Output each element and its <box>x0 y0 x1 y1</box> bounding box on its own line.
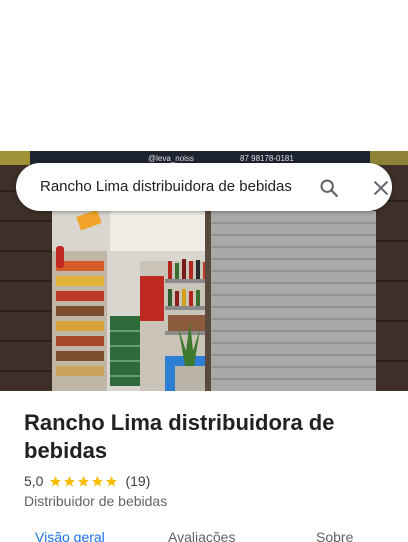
place-info-panel: Rancho Lima distribuidora de bebidas 5,0… <box>0 391 408 542</box>
review-count[interactable]: (19) <box>125 473 150 489</box>
close-icon <box>374 181 388 195</box>
search-bar[interactable] <box>16 163 392 211</box>
place-category[interactable]: Distribuidor de bebidas <box>24 493 167 509</box>
rating-value: 5,0 <box>24 473 44 489</box>
search-icon <box>320 179 338 197</box>
tab-reviews[interactable]: Avaliações <box>168 529 235 542</box>
place-tabs: Visão geral Avaliações Sobre <box>0 529 408 542</box>
star-icon <box>78 475 90 486</box>
clear-search-button[interactable] <box>368 175 394 201</box>
star-icon <box>106 475 118 486</box>
empty-header-area <box>0 0 408 151</box>
star-icon <box>50 475 62 486</box>
rating-row[interactable]: 5,0 (19) <box>24 472 150 490</box>
tab-overview[interactable]: Visão geral <box>35 529 105 542</box>
star-icon <box>92 475 104 486</box>
tab-about[interactable]: Sobre <box>316 529 353 542</box>
star-icon <box>64 475 76 486</box>
place-title: Rancho Lima distribuidora de bebidas <box>24 410 335 463</box>
sign-text-left: @leva_noiss <box>148 154 194 163</box>
search-input[interactable] <box>40 163 302 211</box>
search-button[interactable] <box>316 175 342 201</box>
rating-stars <box>49 475 119 488</box>
sign-text-right: 87 98178-0181 <box>240 154 294 163</box>
